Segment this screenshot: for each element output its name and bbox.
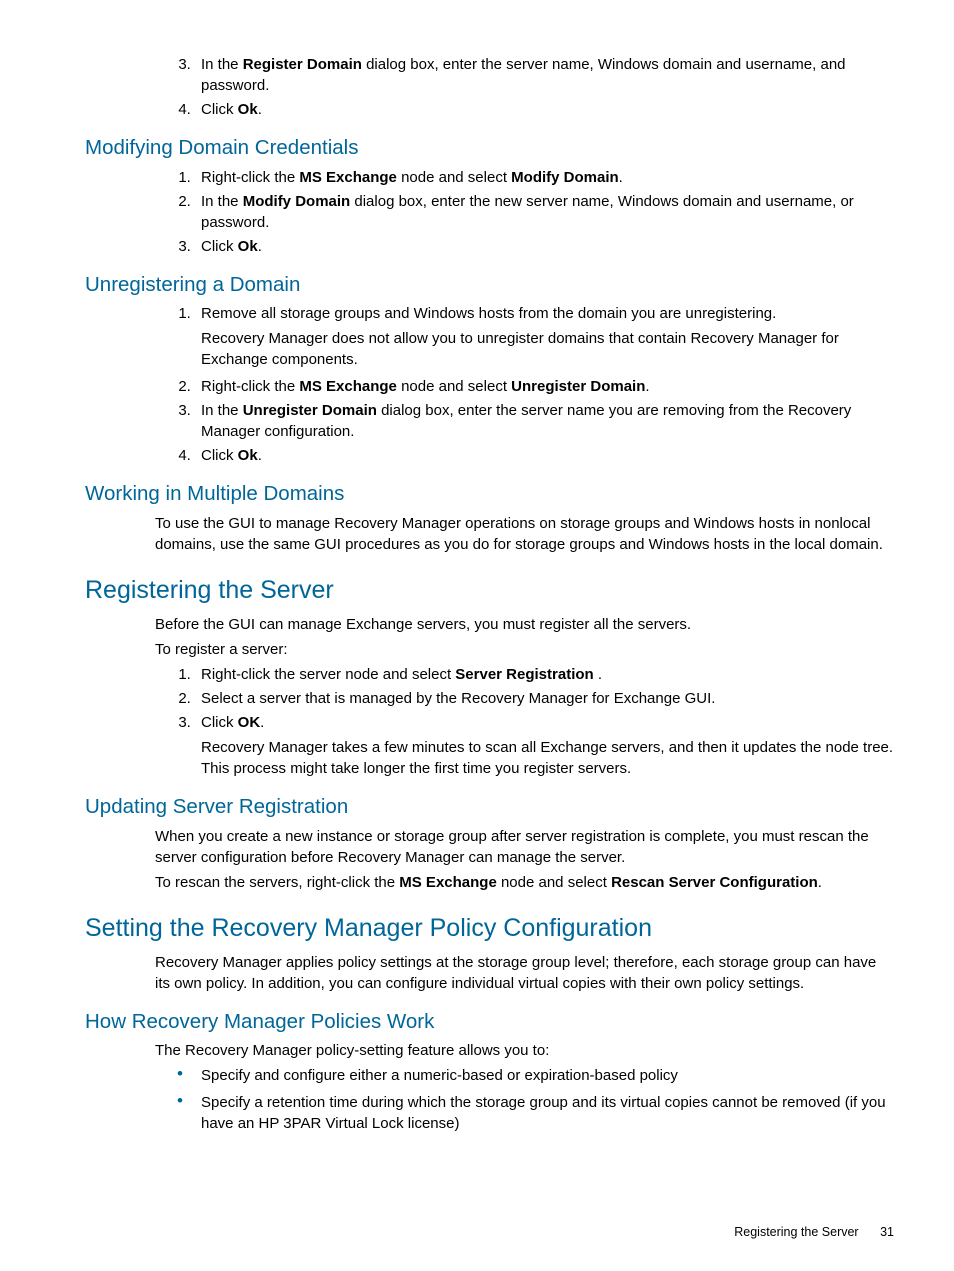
paragraph: To register a server:: [155, 639, 894, 660]
policies-bullet-list: Specify and configure either a numeric-b…: [155, 1065, 894, 1134]
bold-text: Ok: [238, 101, 258, 118]
heading-updating-server-registration: Updating Server Registration: [85, 793, 894, 822]
unregistering-steps-list: Remove all storage groups and Windows ho…: [155, 303, 894, 466]
heading-modifying-domain: Modifying Domain Credentials: [85, 134, 894, 163]
bold-text: Register Domain: [243, 56, 362, 73]
list-item: Click Ok.: [195, 99, 894, 120]
list-item: In the Modify Domain dialog box, enter t…: [195, 191, 894, 233]
heading-working-multiple-domains: Working in Multiple Domains: [85, 480, 894, 509]
list-item: In the Unregister Domain dialog box, ent…: [195, 400, 894, 442]
modifying-steps-list: Right-click the MS Exchange node and sel…: [155, 167, 894, 257]
initial-steps-list: In the Register Domain dialog box, enter…: [155, 54, 894, 120]
list-item: Right-click the server node and select S…: [195, 664, 894, 685]
list-item: Select a server that is managed by the R…: [195, 688, 894, 709]
list-item: In the Register Domain dialog box, enter…: [195, 54, 894, 96]
list-item: Click Ok.: [195, 236, 894, 257]
step-note: Recovery Manager takes a few minutes to …: [201, 737, 894, 779]
list-item: Specify and configure either a numeric-b…: [195, 1065, 894, 1086]
footer-page-number: 31: [880, 1225, 894, 1239]
paragraph: To rescan the servers, right-click the M…: [155, 872, 894, 893]
footer-section-name: Registering the Server: [734, 1225, 858, 1239]
heading-how-policies-work: How Recovery Manager Policies Work: [85, 1008, 894, 1037]
list-item: Remove all storage groups and Windows ho…: [195, 303, 894, 370]
heading-registering-server: Registering the Server: [85, 573, 894, 608]
heading-unregistering-domain: Unregistering a Domain: [85, 271, 894, 300]
step-text: In the: [201, 56, 243, 73]
registering-steps-list: Right-click the server node and select S…: [155, 664, 894, 779]
paragraph: Before the GUI can manage Exchange serve…: [155, 614, 894, 635]
paragraph: The Recovery Manager policy-setting feat…: [155, 1040, 894, 1061]
step-text: .: [258, 101, 262, 118]
list-item: Right-click the MS Exchange node and sel…: [195, 376, 894, 397]
paragraph: To use the GUI to manage Recovery Manage…: [155, 513, 894, 555]
step-text: Click: [201, 101, 238, 118]
list-item: Click OK. Recovery Manager takes a few m…: [195, 712, 894, 779]
list-item: Specify a retention time during which th…: [195, 1092, 894, 1134]
list-item: Right-click the MS Exchange node and sel…: [195, 167, 894, 188]
page-footer: Registering the Server 31: [734, 1224, 894, 1242]
step-note: Recovery Manager does not allow you to u…: [201, 328, 894, 370]
paragraph: Recovery Manager applies policy settings…: [155, 952, 894, 994]
page-container: In the Register Domain dialog box, enter…: [0, 0, 954, 1271]
heading-setting-policy: Setting the Recovery Manager Policy Conf…: [85, 911, 894, 946]
list-item: Click Ok.: [195, 445, 894, 466]
paragraph: When you create a new instance or storag…: [155, 826, 894, 868]
